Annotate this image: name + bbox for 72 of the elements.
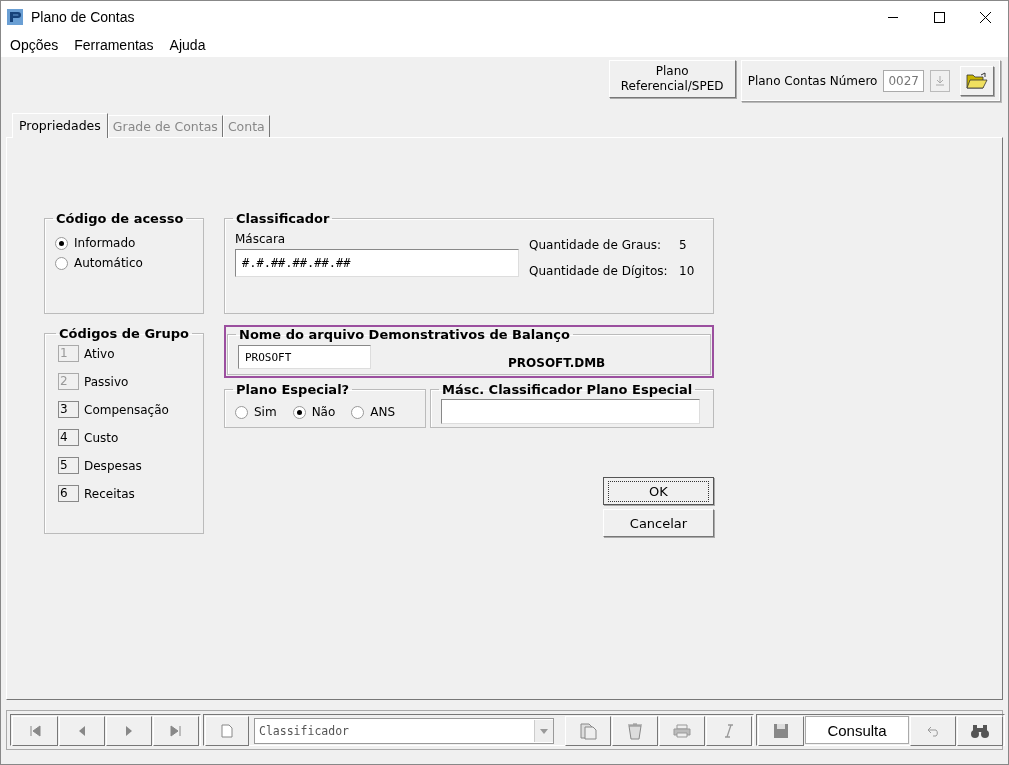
save-button[interactable]	[758, 716, 804, 746]
new-button[interactable]	[205, 716, 249, 746]
italic-icon	[724, 724, 734, 738]
trash-icon	[627, 722, 643, 740]
code-label: Despesas	[84, 458, 142, 473]
code-label: Ativo	[84, 346, 115, 361]
code-label: Custo	[84, 430, 119, 445]
group-title: Classificador	[235, 211, 331, 226]
radio-label: Sim	[254, 405, 277, 419]
copy-button[interactable]	[565, 716, 611, 746]
previous-button[interactable]	[59, 716, 105, 746]
menu-item[interactable]: Ferramentas	[74, 37, 154, 53]
dialog-button[interactable]: OK	[603, 477, 714, 505]
dialog-button[interactable]: Cancelar	[603, 509, 714, 537]
last-record-button[interactable]	[153, 716, 199, 746]
stat-value: 5	[679, 238, 687, 252]
plan-number-label: Plano Contas Número	[747, 74, 878, 88]
code-label: Compensação	[84, 402, 169, 417]
group-title: Plano Especial?	[235, 382, 351, 397]
documents-icon	[579, 722, 597, 740]
binoculars-icon	[970, 723, 990, 739]
italic-button[interactable]	[706, 716, 752, 746]
radio-button[interactable]	[55, 236, 68, 250]
delete-button[interactable]	[612, 716, 658, 746]
stat-label: Quantidade de Dígitos:	[529, 264, 669, 278]
open-folder-button[interactable]	[960, 66, 994, 96]
app-logo-icon	[7, 9, 23, 25]
radio-button[interactable]	[292, 405, 306, 419]
mask-label: Máscara	[235, 232, 287, 246]
stat-value: 10	[679, 264, 695, 278]
radio-button[interactable]	[235, 405, 248, 419]
next-button[interactable]	[106, 716, 152, 746]
code-label: Passivo	[84, 374, 129, 389]
window-title: Plano de Contas	[31, 9, 136, 25]
radio-label: Não	[311, 405, 336, 419]
menu-item[interactable]: Opções	[10, 37, 59, 53]
group-title: Código de acesso	[55, 211, 185, 226]
radio-label: Automático	[74, 256, 143, 270]
first-record-button[interactable]	[12, 716, 58, 746]
menu-item[interactable]: Ajuda	[169, 37, 206, 53]
special-mask-field[interactable]	[441, 399, 700, 424]
code-label: Receitas	[84, 486, 135, 501]
code-field[interactable]: 4	[58, 429, 79, 446]
code-field[interactable]: 6	[58, 485, 79, 502]
mode-field: Consulta	[805, 716, 909, 744]
file-name-field[interactable]: PROSOFT	[238, 345, 371, 369]
tab[interactable]: Propriedades	[12, 113, 108, 138]
caret-icon	[540, 728, 548, 734]
radio-label: ANS	[370, 405, 396, 419]
first-icon	[29, 725, 41, 737]
code-field[interactable]: 5	[58, 457, 79, 474]
printer-icon	[673, 724, 691, 738]
classifier-combo[interactable]: Classificador	[254, 718, 554, 744]
radio-button[interactable]	[55, 256, 68, 270]
group-title: Másc. Classificador Plano Especial	[441, 382, 694, 397]
file-name-text: PROSOFT.DMB	[508, 356, 606, 370]
group-title: Códigos de Grupo	[58, 326, 190, 341]
mask-field[interactable]: #.#.##.##.##.##	[235, 249, 519, 277]
last-icon	[170, 725, 182, 737]
plan-number-field[interactable]: 0027	[883, 70, 924, 92]
find-button[interactable]	[957, 716, 1003, 746]
undo-button[interactable]	[910, 716, 956, 746]
document-icon	[221, 724, 233, 738]
radio-label: Informado	[74, 236, 136, 250]
sped-button[interactable]: Plano Referencial/SPED	[608, 60, 736, 98]
print-button[interactable]	[659, 716, 705, 746]
undo-icon	[925, 725, 941, 737]
radio-button[interactable]	[351, 405, 365, 419]
folder-icon	[966, 72, 988, 90]
code-field[interactable]: 3	[58, 401, 79, 418]
group-title: Nome do arquivo Demonstrativos de Balanço	[238, 327, 571, 342]
stat-label: Quantidade de Graus:	[529, 238, 663, 252]
